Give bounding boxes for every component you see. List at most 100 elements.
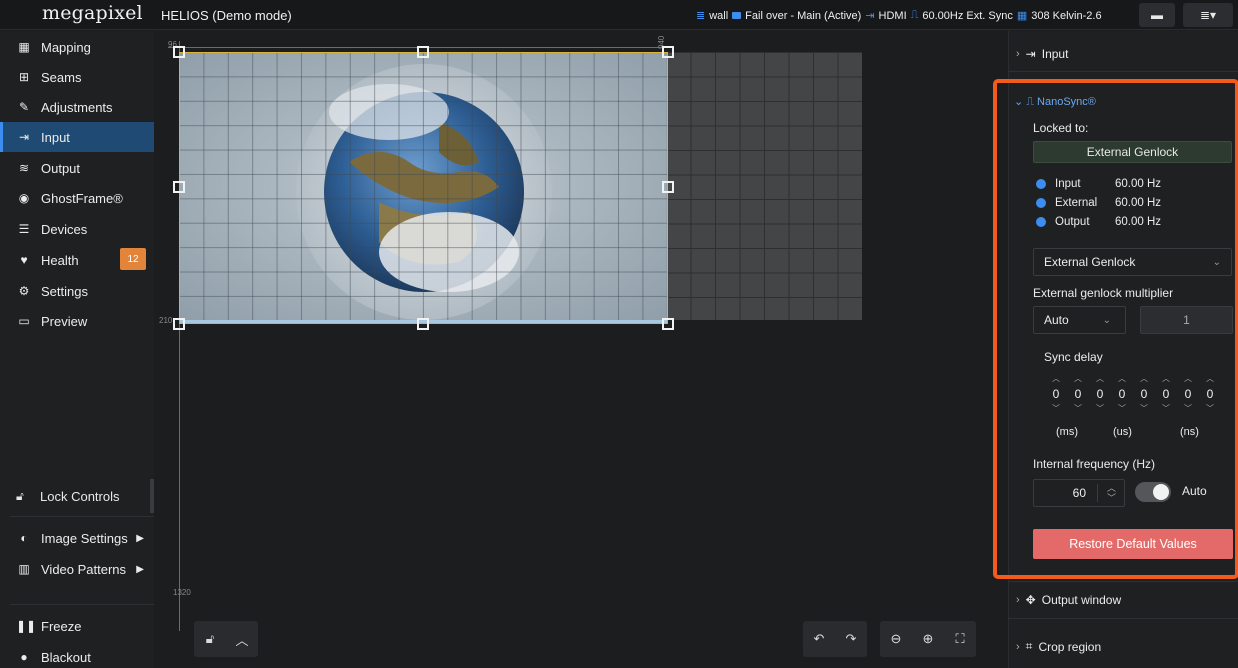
delay-digit[interactable]: ︿ 0 ﹀ xyxy=(1045,374,1067,416)
resize-handle[interactable] xyxy=(173,181,185,193)
resize-handle[interactable] xyxy=(173,318,185,330)
restore-defaults-button[interactable]: Restore Default Values xyxy=(1033,529,1233,559)
canvas-lock-group: 🔓︎ ︿ xyxy=(194,621,258,657)
bulb-icon: ● xyxy=(20,650,28,664)
sidebar-item-input[interactable]: ⇥ Input xyxy=(0,122,154,152)
chevron-down-icon[interactable]: ﹀ xyxy=(1177,404,1199,414)
fit-screen-button[interactable]: ⛶ xyxy=(944,621,976,657)
status-dot xyxy=(1036,198,1046,208)
freeze-label: Freeze xyxy=(41,618,82,634)
rate-value: 60.00 Hz xyxy=(1115,178,1162,190)
stepper-icon[interactable]: ︿ ﹀ xyxy=(1107,483,1116,503)
auto-frequency-toggle[interactable] xyxy=(1135,482,1171,502)
chevron-up-icon[interactable]: ︿ xyxy=(1045,374,1067,384)
delay-digit[interactable]: ︿ 0 ﹀ xyxy=(1111,374,1133,416)
chevron-down-icon[interactable]: ﹀ xyxy=(1133,404,1155,414)
history-group: ↶ ↷ xyxy=(803,621,867,657)
chevron-up-icon[interactable]: ︿ xyxy=(1111,374,1133,384)
multiplier-mode-select[interactable]: Auto ⌄ xyxy=(1033,306,1126,334)
chevron-up-icon[interactable]: ︿ xyxy=(1199,374,1221,384)
status-bar: ≣ wall Fail over - Main (Active) ⇥ HDMI … xyxy=(696,9,1102,22)
blackout-button[interactable]: ● Blackout xyxy=(0,642,154,668)
chevron-up-icon[interactable]: ︿ xyxy=(1133,374,1155,384)
sidebar-item-settings[interactable]: ⚙ Settings xyxy=(0,276,154,306)
resize-handle[interactable] xyxy=(173,46,185,58)
selected-value: Auto xyxy=(1044,313,1069,327)
unit-us: (us) xyxy=(1113,426,1132,438)
digit-value: 0 xyxy=(1074,387,1082,401)
sidebar-item-health[interactable]: ♥ Health 12 xyxy=(0,245,154,275)
zoom-in-button[interactable]: ⊕ xyxy=(912,621,944,657)
output-window-icon: ✥ xyxy=(1025,593,1036,607)
resize-handle[interactable] xyxy=(662,46,674,58)
sync-pulse-icon: ⎍ xyxy=(1026,96,1034,108)
chevron-up-icon[interactable]: ︿ xyxy=(1155,374,1177,384)
resize-handle[interactable] xyxy=(417,318,429,330)
chevron-right-icon: › xyxy=(1016,594,1020,606)
sidebar-item-ghostframe[interactable]: ◉ GhostFrame® xyxy=(0,183,154,213)
delay-digit[interactable]: ︿ 0 ﹀ xyxy=(1089,374,1111,416)
nanosync-section-header[interactable]: ⌄ ⎍ NanoSync® xyxy=(1014,95,1096,109)
chevron-up-icon[interactable]: ︿ xyxy=(1177,374,1199,384)
monitor-icon: ▭ xyxy=(18,314,30,328)
chevron-down-icon[interactable]: ﹀ xyxy=(1045,404,1067,414)
internal-frequency-label: Internal frequency (Hz) xyxy=(1033,457,1156,471)
sidebar-item-adjustments[interactable]: ✎ Adjustments xyxy=(0,92,154,122)
delay-digit[interactable]: ︿ 0 ﹀ xyxy=(1199,374,1221,416)
divider xyxy=(1008,581,1238,582)
input-section-header[interactable]: › ⇥ Input xyxy=(1016,47,1068,61)
delay-digit[interactable]: ︿ 0 ﹀ xyxy=(1177,374,1199,416)
resize-handle[interactable] xyxy=(662,318,674,330)
internal-frequency-field[interactable]: 60 ︿ ﹀ xyxy=(1033,479,1125,507)
unlock-icon: 🔓︎ xyxy=(16,488,24,503)
blackout-label: Blackout xyxy=(41,649,91,665)
redo-button[interactable]: ↷ xyxy=(835,621,867,657)
crop-region-section-header[interactable]: › ⌗ Crop region xyxy=(1016,639,1101,654)
digit-value: 0 xyxy=(1052,387,1060,401)
divider xyxy=(10,516,154,517)
delay-digit[interactable]: ︿ 0 ﹀ xyxy=(1067,374,1089,416)
sync-pulse-icon: ⎍ xyxy=(910,9,919,21)
database-menu-button[interactable]: ≣▾ xyxy=(1183,3,1233,27)
collapse-button[interactable]: ︿ xyxy=(226,621,258,657)
sidebar-item-label: Preview xyxy=(41,313,88,329)
mapping-canvas[interactable]: 96 940 210 1320 🔓︎ ︿ ↶ ↷ ⊖ ⊕ ⛶ xyxy=(154,31,1008,668)
zoom-group: ⊖ ⊕ ⛶ xyxy=(880,621,976,657)
freeze-button[interactable]: ❚❚ Freeze xyxy=(0,611,154,641)
lock-controls-button[interactable]: 🔓︎ Lock Controls xyxy=(10,479,154,513)
resize-handle[interactable] xyxy=(417,46,429,58)
rate-value: 60.00 Hz xyxy=(1115,197,1162,209)
sidebar-item-mapping[interactable]: ▦ Mapping xyxy=(0,32,154,62)
delay-digit[interactable]: ︿ 0 ﹀ xyxy=(1155,374,1177,416)
sidebar-item-output[interactable]: ≋ Output xyxy=(0,153,154,183)
selected-value: External Genlock xyxy=(1044,255,1136,269)
selection-frame[interactable] xyxy=(179,52,668,324)
sidebar-item-preview[interactable]: ▭ Preview xyxy=(0,306,154,336)
delay-digit[interactable]: ︿ 0 ﹀ xyxy=(1133,374,1155,416)
resize-handle[interactable] xyxy=(662,181,674,193)
redo-icon: ↷ xyxy=(845,631,857,646)
unit-ns: (ns) xyxy=(1180,426,1199,438)
chevron-down-icon[interactable]: ﹀ xyxy=(1111,404,1133,414)
sidebar-item-devices[interactable]: ☰ Devices xyxy=(0,214,154,244)
chevron-down-icon[interactable]: ﹀ xyxy=(1155,404,1177,414)
undo-button[interactable]: ↶ xyxy=(803,621,835,657)
sync-source-select[interactable]: External Genlock ⌄ xyxy=(1033,248,1232,276)
sidebar-item-label: Health xyxy=(41,252,79,268)
chevron-down-icon[interactable]: ﹀ xyxy=(1067,404,1089,414)
output-window-section-header[interactable]: › ✥ Output window xyxy=(1016,593,1121,607)
chat-button[interactable]: ▬ xyxy=(1139,3,1175,27)
sidebar-item-seams[interactable]: ⊞ Seams xyxy=(0,62,154,92)
chevron-up-icon[interactable]: ︿ xyxy=(1067,374,1089,384)
video-patterns-menu[interactable]: ▥ Video Patterns ▶ xyxy=(0,554,154,584)
chevron-down-icon[interactable]: ﹀ xyxy=(1089,404,1111,414)
sidebar-item-label: GhostFrame® xyxy=(41,190,123,206)
chevron-down-icon[interactable]: ﹀ xyxy=(1199,404,1221,414)
image-settings-menu[interactable]: ◐ Image Settings ▶ xyxy=(0,523,154,553)
chevron-right-icon: › xyxy=(1016,48,1020,60)
status-dot xyxy=(1036,217,1046,227)
zoom-out-button[interactable]: ⊖ xyxy=(880,621,912,657)
canvas-unlock-button[interactable]: 🔓︎ xyxy=(194,621,226,657)
multiplier-value-field[interactable]: 1 xyxy=(1140,306,1233,334)
chevron-up-icon[interactable]: ︿ xyxy=(1089,374,1111,384)
